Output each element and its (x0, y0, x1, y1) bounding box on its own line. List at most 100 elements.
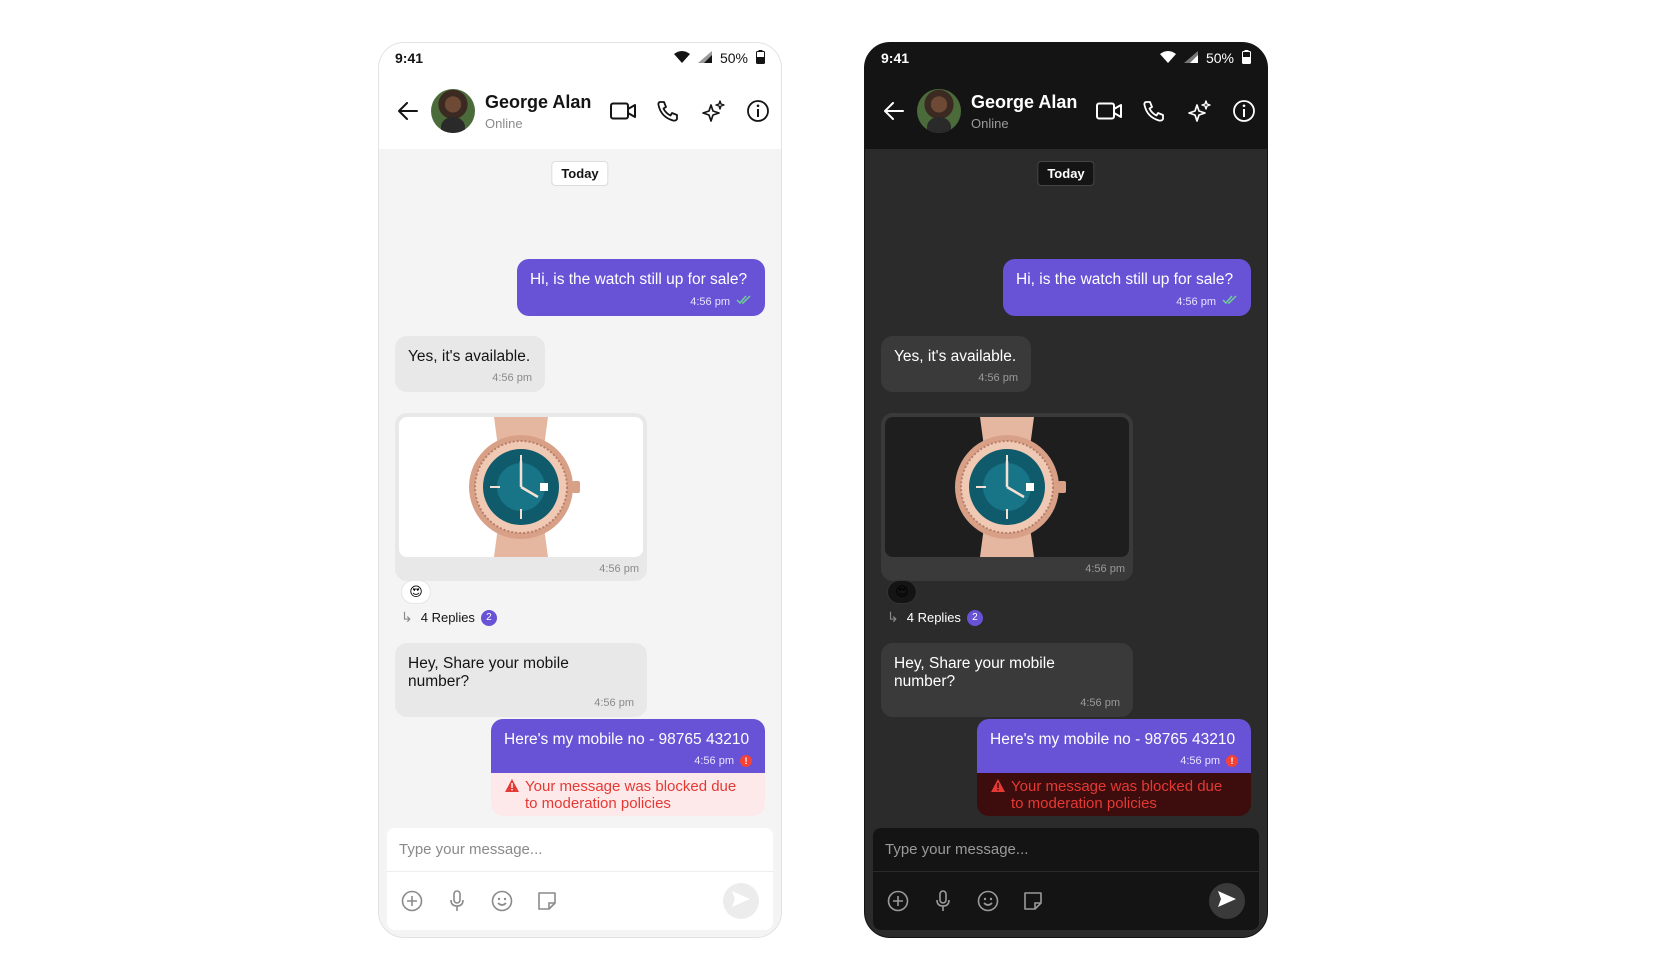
battery-icon (1242, 49, 1251, 67)
date-separator: Today (551, 161, 609, 186)
replies-label: 4 Replies (906, 610, 961, 625)
video-call-icon[interactable] (610, 98, 636, 124)
battery-icon (756, 49, 765, 67)
reaction-badge[interactable]: 😍 (887, 580, 917, 604)
message-text: Hey, Share your mobile number? (408, 655, 569, 690)
emoji-icon[interactable] (491, 890, 513, 912)
chat-header: George Alan Online (865, 73, 1267, 149)
date-separator: Today (1037, 161, 1095, 186)
read-receipt-icon (736, 295, 752, 308)
voice-call-icon[interactable] (655, 98, 681, 124)
message-time: 4:56 pm (1180, 755, 1220, 767)
chat-screen-light: 9:41 50% George Alan Online Today Hi, is… (378, 42, 782, 938)
send-icon (732, 890, 750, 912)
message-text: Yes, it's available. (894, 348, 1017, 365)
send-button[interactable] (1209, 883, 1245, 919)
message-time: 4:56 pm (1080, 697, 1120, 709)
incoming-message[interactable]: Hey, Share your mobile number? 4:56 pm (881, 643, 1133, 717)
message-time: 4:56 pm (1176, 295, 1216, 308)
outgoing-message[interactable]: Hi, is the watch still up for sale? 4:56… (1003, 259, 1251, 316)
sticker-icon[interactable] (536, 890, 558, 912)
message-time: 4:56 pm (492, 372, 532, 384)
ai-sparkle-icon[interactable] (700, 98, 726, 124)
message-text: Yes, it's available. (408, 348, 531, 365)
contact-name[interactable]: George Alan (485, 92, 610, 113)
watch-image[interactable] (399, 417, 643, 557)
battery-percent: 50% (719, 50, 748, 66)
reaction-badge[interactable]: 😍 (401, 580, 431, 604)
info-icon[interactable] (745, 98, 771, 124)
reply-arrow-icon: ↳ (887, 609, 899, 625)
send-button[interactable] (723, 883, 759, 919)
ai-sparkle-icon[interactable] (1186, 98, 1212, 124)
read-receipt-icon (1222, 295, 1238, 308)
microphone-icon[interactable] (932, 890, 954, 912)
chat-screen-dark: 9:41 50% George Alan Online Today Hi, is… (864, 42, 1268, 938)
presence-status: Online (485, 115, 523, 131)
thread-replies[interactable]: ↳ 4 Replies 2 (887, 609, 983, 626)
presence-status: Online (971, 115, 1009, 131)
signal-icon (697, 50, 712, 66)
image-message[interactable]: 4:56 pm (395, 413, 647, 581)
warning-icon (505, 779, 519, 812)
message-text: Hi, is the watch still up for sale? (1016, 271, 1234, 288)
outgoing-message[interactable]: Here's my mobile no - 98765 43210 4:56 p… (491, 719, 765, 775)
chat-header: George Alan Online (379, 73, 781, 149)
message-text: Here's my mobile no - 98765 43210 (504, 731, 750, 748)
back-arrow-icon[interactable] (395, 98, 421, 124)
status-bar: 9:41 50% (379, 43, 781, 73)
wifi-icon (1159, 50, 1176, 66)
incoming-message[interactable]: Yes, it's available. 4:56 pm (395, 336, 545, 392)
watch-image[interactable] (885, 417, 1129, 557)
reply-arrow-icon: ↳ (401, 609, 413, 625)
error-icon: ! (1226, 755, 1238, 767)
message-time: 4:56 pm (694, 755, 734, 767)
add-icon[interactable] (887, 890, 909, 912)
message-input[interactable]: Type your message... (387, 828, 773, 872)
moderation-notice: Your message was blocked due to moderati… (977, 773, 1251, 816)
moderation-text: Your message was blocked due to moderati… (525, 778, 737, 812)
message-time: 4:56 pm (599, 563, 639, 575)
info-icon[interactable] (1231, 98, 1257, 124)
outgoing-message[interactable]: Hi, is the watch still up for sale? 4:56… (517, 259, 765, 316)
outgoing-message[interactable]: Here's my mobile no - 98765 43210 4:56 p… (977, 719, 1251, 775)
message-input[interactable]: Type your message... (873, 828, 1259, 872)
add-icon[interactable] (401, 890, 423, 912)
warning-icon (991, 779, 1005, 812)
send-icon (1218, 890, 1236, 912)
message-text: Hey, Share your mobile number? (894, 655, 1055, 690)
status-time: 9:41 (881, 50, 910, 66)
unread-count-badge: 2 (966, 609, 983, 626)
image-message[interactable]: 4:56 pm (881, 413, 1133, 581)
moderation-notice: Your message was blocked due to moderati… (491, 773, 765, 816)
message-time: 4:56 pm (1085, 563, 1125, 575)
message-time: 4:56 pm (594, 697, 634, 709)
unread-count-badge: 2 (480, 609, 497, 626)
error-icon: ! (740, 755, 752, 767)
signal-icon (1183, 50, 1198, 66)
message-text: Hi, is the watch still up for sale? (530, 271, 748, 288)
contact-name[interactable]: George Alan (971, 92, 1096, 113)
status-bar: 9:41 50% (865, 43, 1267, 73)
avatar[interactable] (431, 89, 475, 133)
back-arrow-icon[interactable] (881, 98, 907, 124)
message-composer: Type your message... (873, 828, 1259, 930)
message-composer: Type your message... (387, 828, 773, 930)
status-time: 9:41 (395, 50, 424, 66)
replies-label: 4 Replies (420, 610, 475, 625)
message-time: 4:56 pm (978, 372, 1018, 384)
battery-percent: 50% (1205, 50, 1234, 66)
message-text: Here's my mobile no - 98765 43210 (990, 731, 1236, 748)
avatar[interactable] (917, 89, 961, 133)
emoji-icon[interactable] (977, 890, 999, 912)
incoming-message[interactable]: Yes, it's available. 4:56 pm (881, 336, 1031, 392)
incoming-message[interactable]: Hey, Share your mobile number? 4:56 pm (395, 643, 647, 717)
wifi-icon (673, 50, 690, 66)
thread-replies[interactable]: ↳ 4 Replies 2 (401, 609, 497, 626)
microphone-icon[interactable] (446, 890, 468, 912)
sticker-icon[interactable] (1022, 890, 1044, 912)
voice-call-icon[interactable] (1141, 98, 1167, 124)
moderation-text: Your message was blocked due to moderati… (1011, 778, 1223, 812)
message-time: 4:56 pm (690, 295, 730, 308)
video-call-icon[interactable] (1096, 98, 1122, 124)
